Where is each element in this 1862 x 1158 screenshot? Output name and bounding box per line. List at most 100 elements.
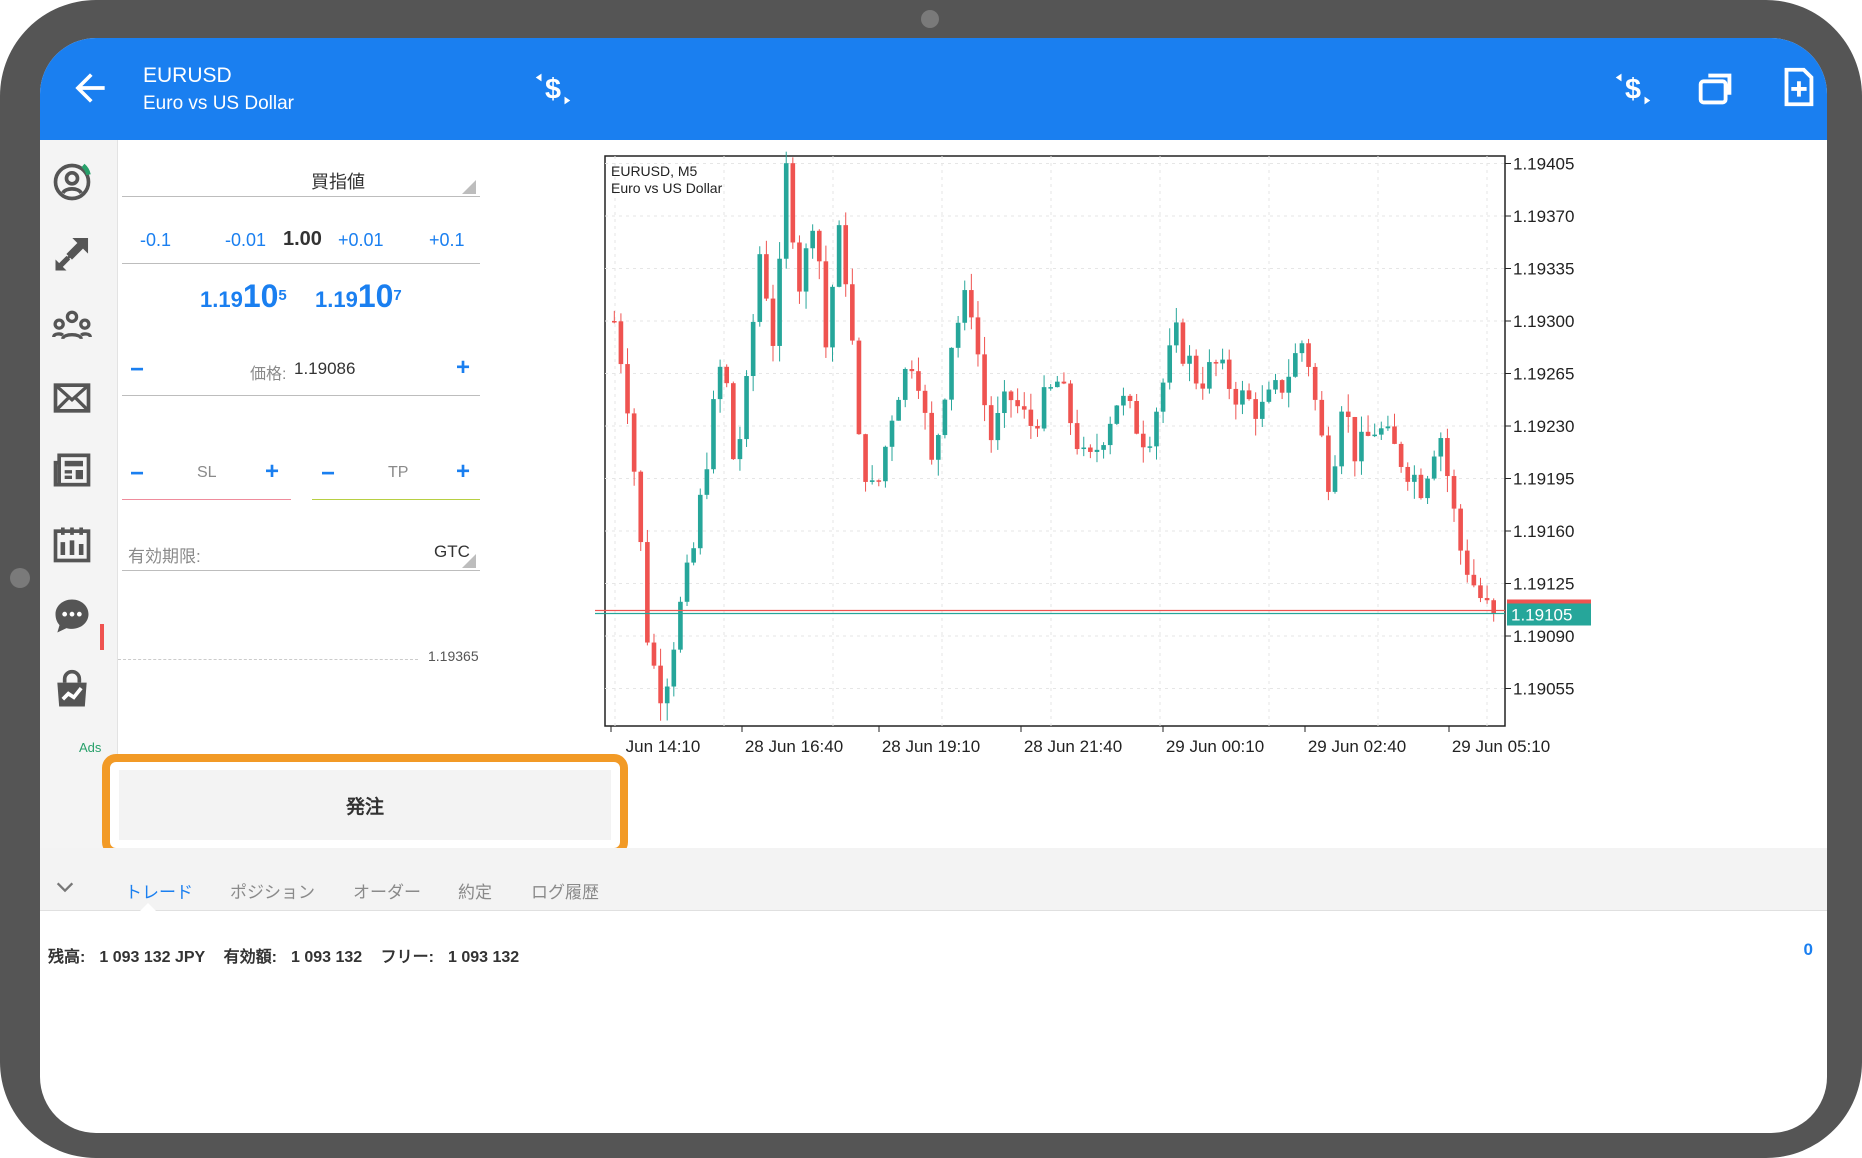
candle-body xyxy=(678,601,683,650)
mail-icon[interactable] xyxy=(50,376,94,420)
candle-body xyxy=(1352,416,1358,462)
tp-plus-button[interactable]: + xyxy=(456,458,470,486)
symbol-title: EURUSD xyxy=(143,64,232,87)
candle-body xyxy=(1471,574,1477,586)
candle-body xyxy=(1478,585,1483,599)
expiry-label: 有効期限: xyxy=(128,547,201,566)
candle-body xyxy=(612,321,617,323)
candle-body xyxy=(1299,343,1305,354)
candle-body xyxy=(830,286,835,348)
candle-body xyxy=(929,412,934,460)
order-type[interactable]: 買指値 xyxy=(118,168,558,194)
candle-body xyxy=(1193,355,1199,384)
candle-body xyxy=(1233,388,1239,405)
add-order-icon[interactable] xyxy=(1775,64,1821,110)
community-icon[interactable] xyxy=(50,304,94,348)
chart-subtitle: Euro vs US Dollar xyxy=(611,180,723,196)
bottom-tab-bar: トレード ポジション オーダー 約定 ログ履歴 xyxy=(40,848,1827,913)
price-minus-button[interactable]: − xyxy=(130,356,144,384)
tp-label[interactable]: TP xyxy=(388,464,408,482)
back-arrow-icon[interactable] xyxy=(68,66,112,110)
tab-orders[interactable]: オーダー xyxy=(353,878,421,903)
volume-plus-0.1[interactable]: +0.1 xyxy=(429,230,465,251)
candle-body xyxy=(982,354,987,406)
window-icon[interactable] xyxy=(1693,66,1739,112)
chat-icon[interactable] xyxy=(50,594,94,638)
candle-body xyxy=(949,347,954,400)
candle-body xyxy=(916,371,921,391)
candle-body xyxy=(988,405,994,441)
y-tick-label: 1.19160 xyxy=(1513,522,1574,541)
candle-body xyxy=(1259,401,1265,419)
volume-value[interactable]: 1.00 xyxy=(283,228,322,251)
tab-positions[interactable]: ポジション xyxy=(230,878,315,903)
candle-body xyxy=(1385,426,1391,429)
mini-chart-candle xyxy=(100,624,104,650)
candle-body xyxy=(1074,423,1080,450)
candle-body xyxy=(942,399,948,436)
candle-body xyxy=(823,261,829,348)
mini-chart-level-line xyxy=(118,659,418,660)
y-tick-label: 1.19370 xyxy=(1513,207,1574,226)
trade-icon[interactable] xyxy=(50,232,94,276)
volume-minus-0.1[interactable]: -0.1 xyxy=(140,230,171,251)
candle-body xyxy=(1286,376,1292,393)
sl-plus-button[interactable]: + xyxy=(265,458,279,486)
currency-switch-icon-right[interactable]: $ xyxy=(1610,66,1656,112)
candle-body xyxy=(790,163,796,243)
tab-deals[interactable]: 約定 xyxy=(458,878,492,903)
divider xyxy=(122,263,480,264)
candle-body xyxy=(724,366,730,384)
candle-body xyxy=(1002,391,1007,414)
candle-body xyxy=(1081,447,1087,450)
candle-body xyxy=(777,258,782,346)
chevron-down-icon[interactable] xyxy=(54,876,76,898)
candle-body xyxy=(757,254,763,322)
calendar-icon[interactable] xyxy=(50,522,94,566)
candle-body xyxy=(962,290,968,323)
candle-body xyxy=(1068,383,1073,424)
price-chart[interactable]: 1.19405 1.19370 1.19335 1.19300 1.19265 1.192… xyxy=(595,142,1827,848)
y-tick-label: 1.19405 xyxy=(1513,155,1574,174)
candle-body xyxy=(1028,409,1034,426)
candle-body xyxy=(896,399,901,421)
news-icon[interactable] xyxy=(50,448,94,492)
candle-body xyxy=(625,364,630,414)
candle-body xyxy=(883,446,888,482)
sl-minus-button[interactable]: − xyxy=(130,460,144,488)
ask-price: 1.19107 xyxy=(315,278,402,314)
candle-body xyxy=(684,562,690,602)
tab-journal[interactable]: ログ履歴 xyxy=(531,878,599,903)
account-icon[interactable] xyxy=(50,160,94,204)
candle-body xyxy=(711,399,716,470)
candle-body xyxy=(1134,400,1139,434)
candle-body xyxy=(1279,380,1285,393)
candle-body xyxy=(1160,382,1166,412)
candle-body xyxy=(770,298,776,346)
y-tick-label: 1.19265 xyxy=(1513,365,1574,384)
price-value[interactable]: 1.19086 xyxy=(294,359,355,379)
volume-plus-0.01[interactable]: +0.01 xyxy=(338,230,384,251)
volume-minus-0.01[interactable]: -0.01 xyxy=(225,230,266,251)
price-plus-button[interactable]: + xyxy=(456,354,470,382)
free-margin-label: フリー: xyxy=(380,949,434,966)
tp-minus-button[interactable]: − xyxy=(321,460,335,488)
candle-body xyxy=(1048,387,1053,389)
candle-body xyxy=(1174,322,1179,346)
svg-text:$: $ xyxy=(545,74,561,106)
candle-body xyxy=(1187,355,1192,364)
submit-order-button[interactable]: 発注 xyxy=(119,770,611,840)
x-tick-label: Jun 14:10 xyxy=(626,737,701,756)
market-icon[interactable] xyxy=(50,668,94,712)
x-tick-label: 28 Jun 16:40 xyxy=(745,737,843,756)
candle-body xyxy=(1213,362,1219,364)
candle-body xyxy=(638,471,644,543)
candle-body xyxy=(664,686,670,704)
candle-body xyxy=(1273,380,1278,390)
sl-label[interactable]: SL xyxy=(197,464,217,482)
currency-switch-icon[interactable]: $ xyxy=(530,66,576,112)
y-tick-label: 1.19055 xyxy=(1513,680,1574,699)
candle-body xyxy=(1127,395,1133,401)
tab-trade[interactable]: トレード xyxy=(125,878,193,903)
candle-body xyxy=(1121,395,1126,406)
